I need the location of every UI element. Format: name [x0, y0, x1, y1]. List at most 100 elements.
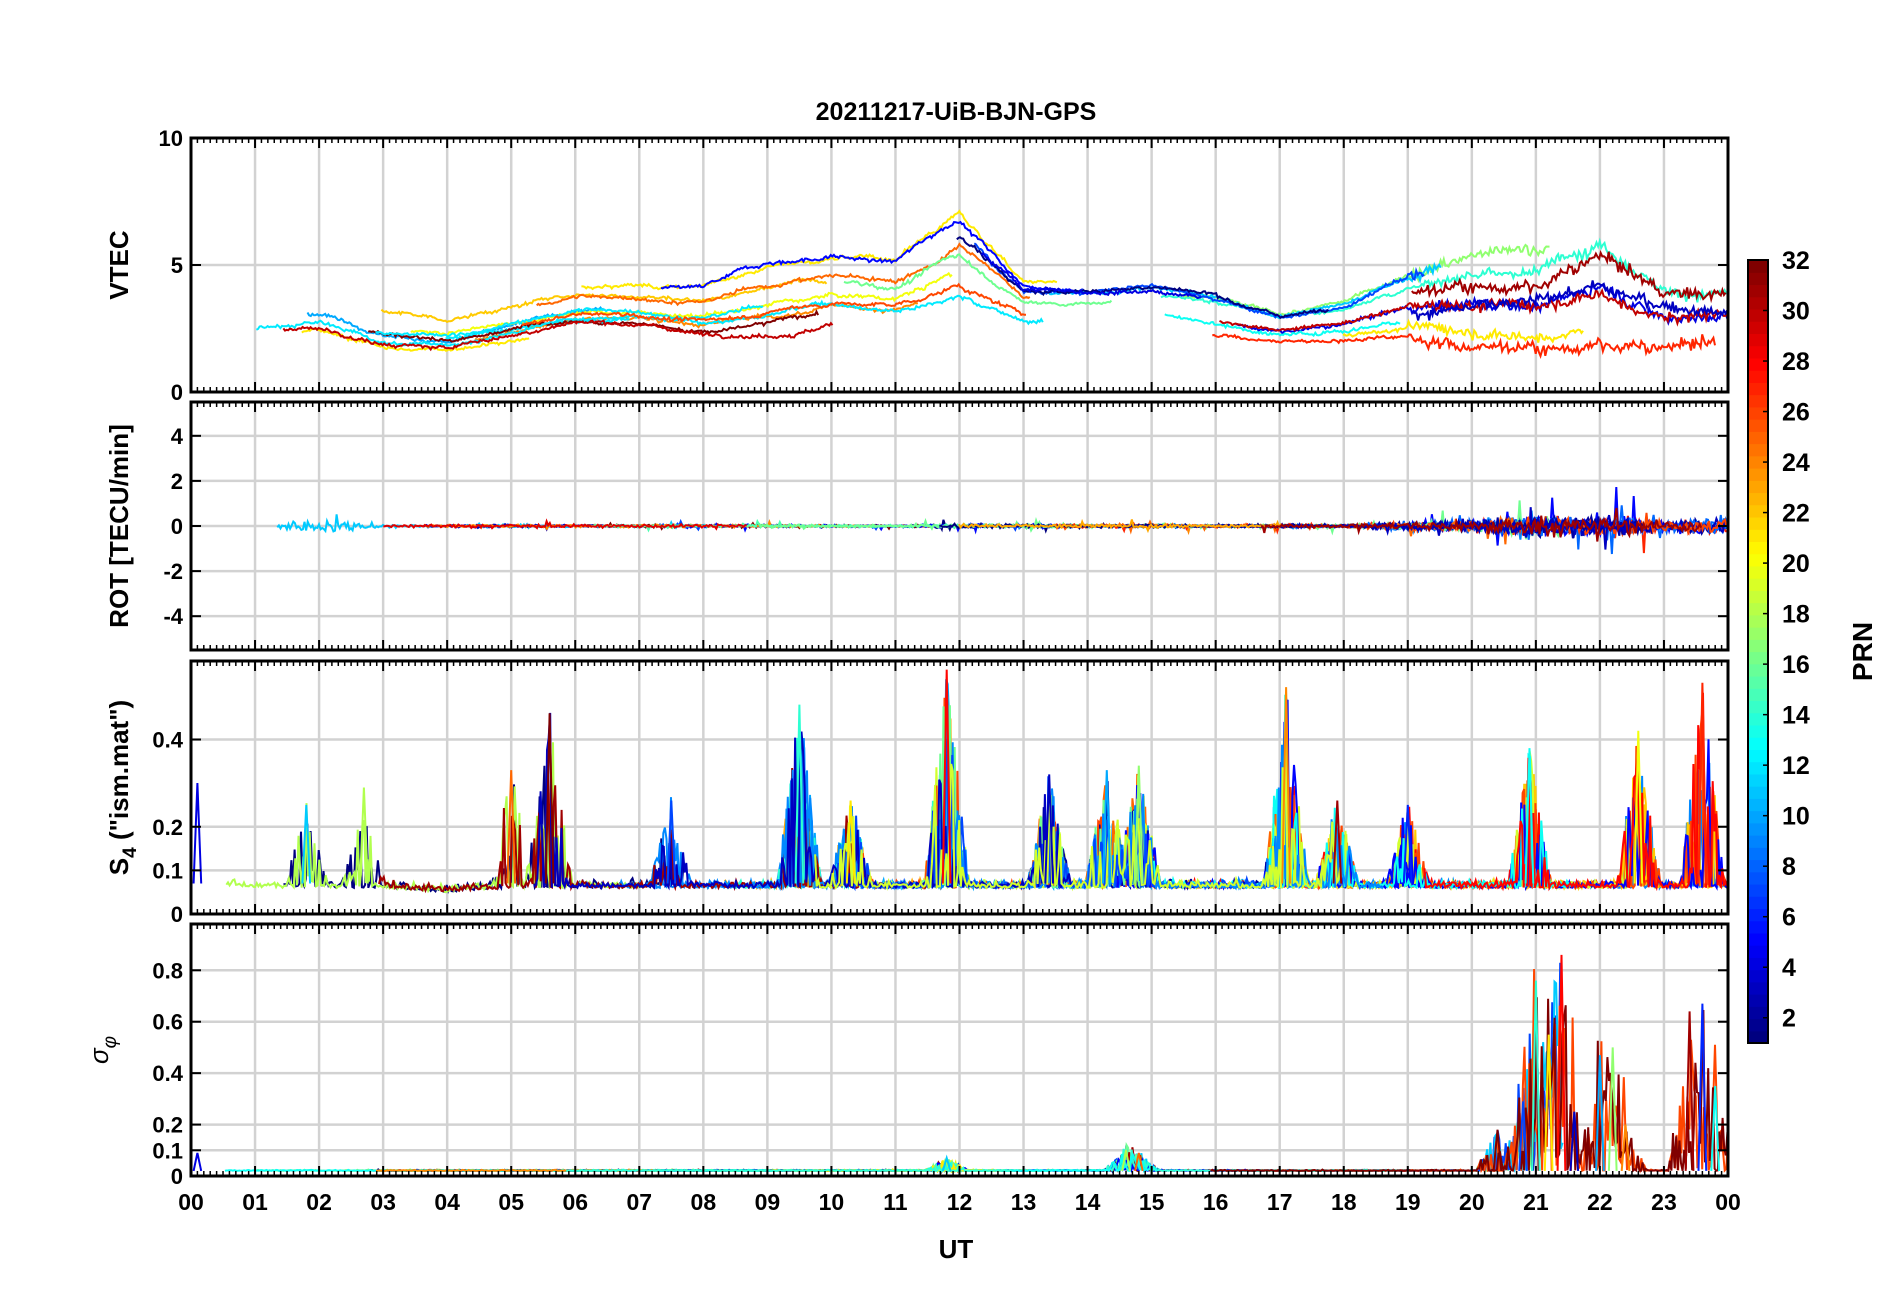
x-tick-label: 13 — [1011, 1189, 1037, 1215]
colorbar-segment — [1748, 724, 1768, 738]
x-tick-label: 21 — [1523, 1189, 1549, 1215]
colorbar-tick-label: 16 — [1782, 651, 1810, 679]
colorbar-segment — [1748, 516, 1768, 530]
colorbar-segment — [1748, 663, 1768, 677]
y-tick-label: 2 — [171, 469, 183, 494]
x-tick-label: 15 — [1139, 1189, 1165, 1215]
x-tick-label: 17 — [1267, 1189, 1293, 1215]
y-tick-label: 0.2 — [152, 815, 183, 840]
colorbar-segment — [1748, 737, 1768, 750]
colorbar-tick-label: 8 — [1782, 853, 1796, 881]
colorbar-segment — [1748, 590, 1768, 604]
colorbar-segment — [1748, 761, 1768, 775]
y-axis-label: VTEC — [104, 230, 134, 300]
colorbar-segment — [1748, 957, 1768, 971]
colorbar-segment — [1748, 492, 1768, 506]
colorbar-tick-label: 30 — [1782, 298, 1810, 326]
colorbar-segment — [1748, 700, 1768, 714]
colorbar-segment — [1748, 443, 1768, 457]
colorbar-segment — [1748, 883, 1768, 897]
colorbar-tick-label: 14 — [1782, 702, 1810, 730]
y-tick-label: 0.2 — [152, 1113, 183, 1138]
x-tick-label: 08 — [691, 1189, 717, 1215]
x-tick-label: 03 — [370, 1189, 396, 1215]
colorbar-segment — [1748, 529, 1768, 542]
colorbar-tick-label: 26 — [1782, 399, 1810, 427]
y-tick-label: -4 — [163, 604, 183, 629]
colorbar-segment — [1748, 272, 1768, 286]
y-tick-label: 10 — [159, 126, 183, 151]
colorbar-segment — [1748, 382, 1768, 396]
colorbar-segment — [1748, 932, 1768, 946]
y-tick-label: 0 — [171, 1164, 183, 1189]
colorbar-segment — [1748, 1018, 1768, 1032]
x-tick-label: 09 — [755, 1189, 781, 1215]
colorbar-segment — [1748, 835, 1768, 848]
colorbar-tick-label: 28 — [1782, 348, 1810, 376]
y-tick-label: 0.4 — [152, 728, 183, 753]
colorbar-segment — [1748, 896, 1768, 910]
y-tick-label: 0 — [171, 902, 183, 927]
colorbar-segment — [1748, 370, 1768, 383]
x-tick-label: 02 — [306, 1189, 332, 1215]
colorbar-segment — [1748, 749, 1768, 763]
y-tick-label: 5 — [171, 253, 183, 278]
colorbar-segment — [1748, 296, 1768, 310]
x-tick-label: 05 — [498, 1189, 524, 1215]
colorbar-segment — [1748, 578, 1768, 591]
x-tick-label: 01 — [242, 1189, 268, 1215]
y-tick-label: 4 — [171, 424, 184, 449]
colorbar-tick-label: 10 — [1782, 803, 1810, 831]
y-tick-label: 0.1 — [152, 858, 183, 883]
colorbar-tick-label: 12 — [1782, 752, 1810, 780]
colorbar-segment — [1748, 565, 1768, 579]
x-axis-label: UT — [939, 1234, 974, 1264]
colorbar-segment — [1748, 822, 1768, 836]
colorbar-segment — [1748, 333, 1768, 347]
x-tick-label: 18 — [1331, 1189, 1357, 1215]
colorbar-tick-label: 22 — [1782, 500, 1810, 528]
colorbar-segment — [1748, 394, 1768, 408]
colorbar-segment — [1748, 260, 1768, 273]
y-tick-label: 0.1 — [152, 1138, 183, 1163]
colorbar-segment — [1748, 406, 1768, 420]
x-tick-label: 07 — [626, 1189, 652, 1215]
colorbar-tick-label: 18 — [1782, 601, 1810, 629]
colorbar-segment — [1748, 614, 1768, 628]
colorbar-segment — [1748, 675, 1768, 689]
colorbar-segment — [1748, 504, 1768, 518]
colorbar-tick-label: 4 — [1782, 954, 1796, 982]
colorbar-segment — [1748, 920, 1768, 934]
x-tick-label: 06 — [562, 1189, 588, 1215]
colorbar-segment — [1748, 639, 1768, 653]
x-tick-label: 23 — [1651, 1189, 1677, 1215]
x-tick-label: 12 — [947, 1189, 973, 1215]
colorbar-segment — [1748, 981, 1768, 995]
figure: 20211217-UiB-BJN-GPS 0510VTEC-4-2024ROT … — [0, 0, 1902, 1292]
x-tick-label: 04 — [434, 1189, 460, 1215]
colorbar-segment — [1748, 553, 1768, 567]
colorbar-segment — [1748, 284, 1768, 298]
colorbar-segment — [1748, 994, 1768, 1007]
x-tick-label: 14 — [1075, 1189, 1101, 1215]
colorbar-segment — [1748, 1030, 1768, 1044]
colorbar-segment — [1748, 419, 1768, 432]
colorbar-segment — [1748, 627, 1768, 640]
colorbar-segment — [1748, 773, 1768, 787]
colorbar-segment — [1748, 908, 1768, 922]
colorbar-segment — [1748, 541, 1768, 555]
y-tick-label: 0 — [171, 380, 183, 405]
colorbar-segment — [1748, 847, 1768, 861]
x-tick-label: 22 — [1587, 1189, 1613, 1215]
colorbar-segment — [1748, 357, 1768, 371]
colorbar-tick-label: 2 — [1782, 1005, 1796, 1033]
x-tick-label: 20 — [1459, 1189, 1485, 1215]
colorbar-tick-label: 20 — [1782, 550, 1810, 578]
colorbar-segment — [1748, 810, 1768, 824]
colorbar-segment — [1748, 945, 1768, 958]
colorbar-tick-label: 24 — [1782, 449, 1810, 477]
colorbar-segment — [1748, 651, 1768, 665]
y-tick-label: -2 — [163, 559, 183, 584]
colorbar-segment — [1748, 798, 1768, 812]
colorbar-segment — [1748, 345, 1768, 359]
